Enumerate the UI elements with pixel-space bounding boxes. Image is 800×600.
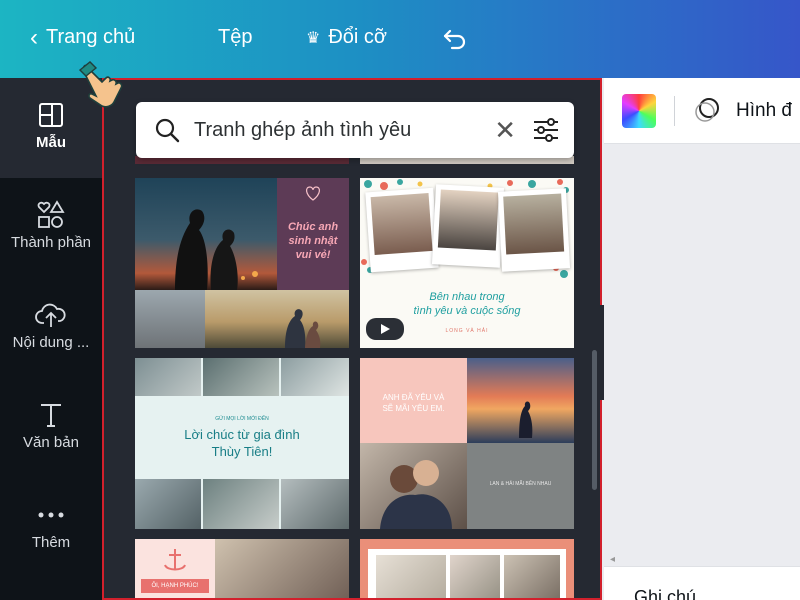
family-photo — [135, 358, 201, 396]
anchor-icon — [164, 549, 186, 571]
couple-winter-photo — [360, 443, 467, 529]
greeting-text-block: Chúc anh sinh nhật vui vẻ! — [277, 178, 349, 290]
family-photo — [203, 479, 279, 529]
polaroid-photo — [431, 184, 505, 268]
search-input[interactable]: Tranh ghép ảnh tình yêu — [194, 119, 494, 142]
video-play-badge — [366, 318, 404, 340]
card-header: GỬI MỌI LỜI MỚI ĐẾN — [215, 416, 269, 422]
quote-line: ANH ĐÃ YÊU VÀ — [382, 393, 445, 402]
sidebar-item-text[interactable]: Văn bản — [0, 378, 102, 478]
banner-text: ÔI, HẠNH PHÚC! — [141, 579, 209, 593]
card-caption-line: Thùy Tiên! — [211, 444, 273, 459]
left-sidebar: Mẫu Thành phần Nội dung ... Văn bản Thêm — [0, 78, 102, 600]
card-caption-line: Bên nhau trong — [429, 291, 505, 303]
clear-search-icon[interactable]: ✕ — [494, 117, 516, 143]
card-caption-line: Lời chúc từ gia đình — [184, 427, 300, 442]
caption-text: LAN & HẢI MÃI BÊN NHAU — [489, 481, 552, 487]
sidebar-item-elements[interactable]: Thành phần — [0, 178, 102, 278]
greeting-line: sinh nhật — [288, 235, 338, 247]
wedding-photo — [215, 539, 349, 598]
template-card[interactable]: ÔI, HẠNH PHÚC! — [135, 539, 349, 598]
transparency-icon[interactable] — [692, 96, 722, 126]
couple-sunset-photo — [135, 178, 277, 290]
undo-icon — [443, 29, 466, 50]
color-picker-button[interactable] — [622, 94, 656, 128]
caption-block: LAN & HẢI MÃI BÊN NHAU — [467, 443, 574, 529]
resize-button[interactable]: ♛ Đổi cỡ — [306, 26, 387, 49]
sidebar-item-label: Nội dung ... — [12, 334, 90, 351]
templates-panel: Tranh ghép ảnh tình yêu ✕ Chúc anh sinh … — [102, 78, 602, 600]
template-card-video[interactable]: Bên nhau trong tình yêu và cuộc sống LON… — [360, 178, 574, 348]
file-menu-button[interactable]: Tệp — [218, 26, 252, 49]
sidebar-item-more[interactable]: Thêm — [0, 478, 102, 578]
design-canvas-area[interactable] — [604, 144, 800, 564]
quote-line: SẼ MÃI YÊU EM. — [382, 404, 445, 413]
template-card[interactable]: ANH ĐÃ YÊU VÀ SẼ MÃI YÊU EM. LAN & HẢI M… — [360, 358, 574, 529]
template-card[interactable] — [360, 539, 574, 598]
file-label: Tệp — [218, 26, 253, 48]
love-quote-block: ANH ĐÃ YÊU VÀ SẼ MÃI YÊU EM. — [360, 358, 467, 443]
search-box[interactable]: Tranh ghép ảnh tình yêu ✕ — [136, 102, 574, 158]
sidebar-item-uploads[interactable]: Nội dung ... — [0, 278, 102, 378]
polaroid-photo — [497, 188, 571, 272]
editor-toolbar: Hình đ — [604, 78, 800, 144]
search-icon — [155, 118, 180, 143]
sunset-beach-photo — [467, 358, 574, 443]
crown-icon: ♛ — [306, 29, 321, 47]
resize-label: Đổi cỡ — [328, 26, 388, 48]
greeting-line: Chúc anh — [287, 221, 339, 233]
hand-pointer-icon — [78, 61, 123, 108]
card-caption-line: tình yêu và cuộc sống — [413, 305, 521, 317]
notes-button[interactable]: Ghi chú — [634, 587, 696, 600]
home-button[interactable]: ‹ Trang chủ — [30, 23, 136, 51]
back-chevron-icon: ‹ — [30, 23, 38, 51]
family-photo — [281, 358, 349, 396]
sidebar-item-label: Thêm — [31, 534, 71, 551]
holding-hands-photo — [135, 290, 205, 348]
upload-cloud-icon — [0, 300, 102, 330]
polaroid-photo — [365, 187, 439, 273]
sidebar-item-label: Văn bản — [23, 434, 79, 451]
toolbar-divider — [674, 96, 675, 126]
family-photo — [203, 358, 279, 396]
filter-sliders-icon[interactable] — [532, 117, 560, 143]
undo-button[interactable] — [442, 28, 468, 50]
sidebar-item-label: Thành phần — [10, 234, 92, 251]
horizontal-scroll-arrow-icon[interactable]: ◂ — [604, 554, 800, 565]
couple-field-photo — [205, 290, 349, 348]
greeting-line: vui vẻ! — [295, 249, 331, 261]
elements-icon — [0, 200, 102, 230]
banner-block: ÔI, HẠNH PHÚC! — [135, 539, 215, 598]
play-icon — [381, 324, 390, 334]
family-photo — [281, 479, 349, 529]
home-label: Trang chủ — [46, 26, 136, 48]
text-icon — [0, 400, 102, 430]
more-dots-icon — [0, 500, 102, 530]
flowers-photo-frame — [368, 549, 566, 598]
template-card[interactable]: Chúc anh sinh nhật vui vẻ! — [135, 178, 349, 348]
notes-bar: Ghi chú — [604, 566, 800, 600]
panel-scrollbar[interactable] — [592, 350, 597, 490]
template-card[interactable]: GỬI MỌI LỜI MỚI ĐẾN Lời chúc từ gia đình… — [135, 358, 349, 529]
family-photo — [135, 479, 201, 529]
sidebar-item-label: Mẫu — [36, 134, 66, 151]
shape-label[interactable]: Hình đ — [736, 100, 792, 122]
